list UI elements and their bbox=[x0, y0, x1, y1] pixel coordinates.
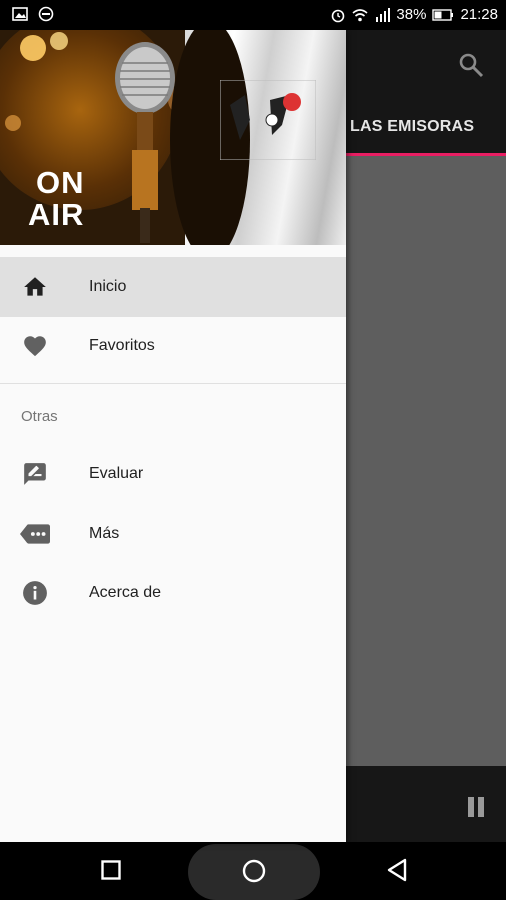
drawer-item-inicio[interactable]: Inicio bbox=[0, 257, 346, 317]
home-nav-icon[interactable] bbox=[242, 859, 266, 883]
clock: 21:28 bbox=[460, 6, 498, 23]
search-icon[interactable] bbox=[456, 50, 486, 80]
pause-button[interactable] bbox=[466, 797, 488, 819]
drawer-divider bbox=[0, 383, 346, 384]
on-air-label: ON AIR bbox=[28, 165, 85, 231]
tab-emisoras[interactable]: LAS EMISORAS bbox=[350, 118, 474, 136]
back-icon[interactable] bbox=[386, 858, 408, 882]
microphone-icon bbox=[115, 42, 175, 243]
home-icon bbox=[24, 277, 46, 296]
alarm-icon bbox=[332, 9, 345, 22]
drawer-item-label: Evaluar bbox=[89, 465, 144, 482]
drawer-section-title: Otras bbox=[21, 408, 58, 425]
status-bar: 38% 21:28 bbox=[0, 0, 506, 30]
drawer-item-favoritos[interactable]: Favoritos bbox=[0, 316, 346, 376]
navigation-drawer: ON AIR Inicio Favoritos Otras Evaluar Má… bbox=[0, 30, 346, 842]
drawer-item-label: Favoritos bbox=[89, 337, 155, 354]
coat-of-arms-icon bbox=[220, 80, 316, 160]
info-icon bbox=[23, 581, 47, 605]
on-air-line2: AIR bbox=[28, 197, 85, 232]
drawer-item-label: Más bbox=[89, 525, 120, 542]
wifi-icon bbox=[352, 8, 368, 21]
signal-icon bbox=[376, 7, 391, 22]
drawer-item-acerca-de[interactable]: Acerca de bbox=[0, 563, 346, 623]
drawer-item-evaluar[interactable]: Evaluar bbox=[0, 444, 346, 504]
battery-percent: 38% bbox=[396, 6, 427, 23]
heart-icon bbox=[24, 336, 46, 357]
drawer-header-image: ON AIR bbox=[0, 30, 346, 245]
more-tag-icon bbox=[20, 524, 50, 544]
recent-apps-icon[interactable] bbox=[101, 860, 121, 880]
on-air-line1: ON bbox=[36, 165, 85, 200]
block-notification-icon bbox=[38, 6, 54, 22]
battery-icon bbox=[432, 8, 454, 21]
rate-review-icon bbox=[24, 463, 46, 485]
drawer-item-mas[interactable]: Más bbox=[0, 504, 346, 564]
image-notification-icon bbox=[12, 7, 28, 21]
drawer-item-label: Inicio bbox=[89, 278, 127, 295]
drawer-item-label: Acerca de bbox=[89, 584, 162, 601]
